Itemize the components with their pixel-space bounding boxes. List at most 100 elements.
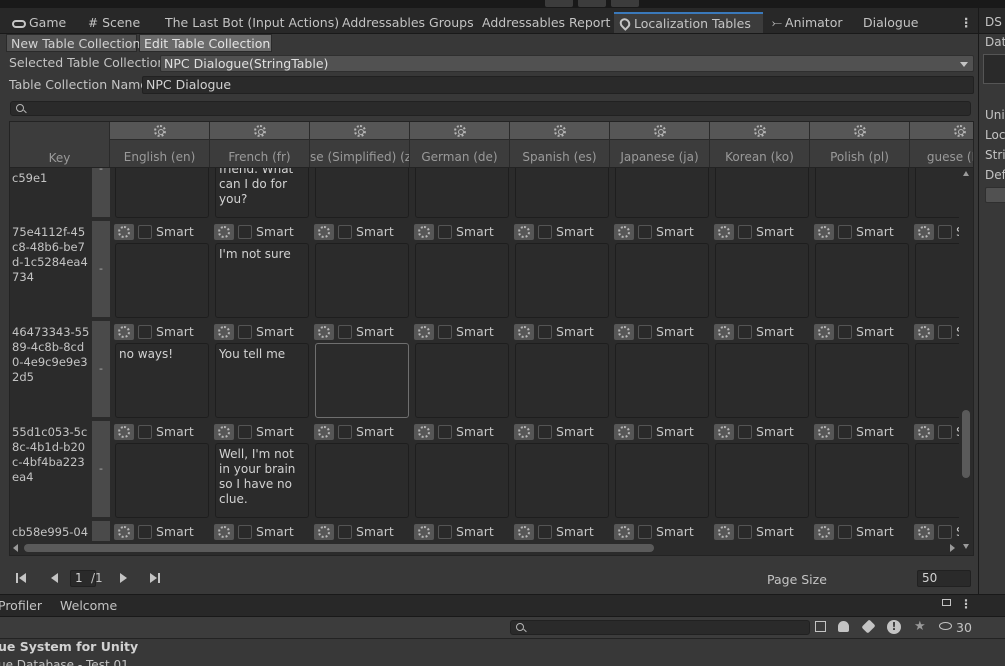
smart-checkbox[interactable] (638, 425, 652, 439)
tab-localization-tables[interactable]: Localization Tables (614, 12, 763, 33)
translation-text-field[interactable] (415, 343, 509, 418)
smart-checkbox[interactable] (638, 325, 652, 339)
translation-text-field[interactable] (115, 168, 209, 218)
next-page-icon[interactable] (113, 570, 135, 586)
translation-text-field[interactable] (315, 243, 409, 318)
smart-checkbox[interactable] (438, 525, 452, 539)
smart-checkbox[interactable] (938, 225, 952, 239)
cell-settings-button[interactable] (714, 324, 734, 340)
inspector-tab[interactable]: DS (979, 8, 1005, 34)
page-size-input[interactable]: 50 (917, 570, 971, 587)
smart-checkbox[interactable] (938, 425, 952, 439)
smart-checkbox[interactable] (238, 225, 252, 239)
tab-animator[interactable]: ⤚ Animator (772, 13, 843, 34)
language-column-header[interactable]: Korean (ko) (710, 122, 810, 167)
selected-collection-dropdown[interactable]: NPC Dialogue(StringTable) (160, 55, 974, 72)
translation-text-field[interactable] (715, 168, 809, 218)
cell-settings-button[interactable] (314, 524, 334, 540)
translation-text-field[interactable] (715, 343, 809, 418)
smart-checkbox[interactable] (538, 425, 552, 439)
smart-checkbox[interactable] (438, 425, 452, 439)
cell-settings-button[interactable] (214, 524, 234, 540)
smart-checkbox[interactable] (938, 525, 952, 539)
language-column-header[interactable]: guese (Bra (910, 122, 973, 167)
cell-settings-button[interactable] (714, 424, 734, 440)
cell-settings-button[interactable] (414, 224, 434, 240)
lock-icon[interactable] (942, 599, 951, 606)
smart-checkbox[interactable] (838, 225, 852, 239)
cell-settings-button[interactable] (814, 524, 834, 540)
translation-text-field[interactable] (415, 443, 509, 518)
cell-settings-button[interactable] (114, 524, 134, 540)
smart-checkbox[interactable] (638, 225, 652, 239)
translation-text-field[interactable]: I'm not sure (215, 243, 309, 318)
language-column-header[interactable]: Polish (pl) (810, 122, 910, 167)
smart-checkbox[interactable] (338, 225, 352, 239)
translation-text-field[interactable] (115, 243, 209, 318)
language-column-header[interactable]: German (de) (410, 122, 510, 167)
vertical-scroll-thumb[interactable] (962, 410, 970, 478)
cell-settings-button[interactable] (814, 324, 834, 340)
smart-checkbox[interactable] (138, 325, 152, 339)
smart-checkbox[interactable] (338, 425, 352, 439)
favorite-star-icon[interactable]: ★ (914, 619, 926, 634)
translation-text-field[interactable] (315, 343, 409, 418)
bug-icon[interactable] (838, 621, 849, 632)
cell-settings-button[interactable] (114, 424, 134, 440)
cell-settings-button[interactable] (914, 324, 934, 340)
collection-name-field[interactable]: NPC Dialogue (142, 76, 974, 94)
cell-settings-button[interactable] (914, 524, 934, 540)
step-button[interactable] (611, 0, 639, 7)
smart-checkbox[interactable] (238, 425, 252, 439)
smart-checkbox[interactable] (438, 325, 452, 339)
cell-settings-button[interactable] (714, 524, 734, 540)
column-settings-button[interactable] (410, 122, 509, 140)
tab-input-actions[interactable]: The Last Bot (Input Actions) (165, 13, 339, 34)
smart-checkbox[interactable] (738, 525, 752, 539)
cell-settings-button[interactable] (914, 224, 934, 240)
pause-button[interactable] (578, 0, 606, 7)
translation-text-field[interactable] (515, 343, 609, 418)
smart-checkbox[interactable] (938, 325, 952, 339)
horizontal-scroll-thumb[interactable] (24, 544, 654, 552)
translation-text-field[interactable] (715, 443, 809, 518)
smart-checkbox[interactable] (838, 325, 852, 339)
inspector-object-field[interactable] (983, 54, 1005, 84)
smart-checkbox[interactable] (438, 225, 452, 239)
cell-settings-button[interactable] (614, 224, 634, 240)
column-settings-button[interactable] (310, 122, 409, 140)
translation-text-field[interactable] (515, 168, 609, 218)
translation-text-field[interactable]: Well, I'm not in your brain so I have no… (215, 443, 309, 518)
smart-checkbox[interactable] (138, 525, 152, 539)
tab-dialogue[interactable]: Dialogue (863, 13, 918, 34)
new-table-collection-tab[interactable]: New Table Collection (6, 34, 140, 52)
language-column-header[interactable]: Spanish (es) (510, 122, 610, 167)
cell-settings-button[interactable] (514, 224, 534, 240)
translation-text-field[interactable] (815, 343, 909, 418)
cell-settings-button[interactable] (114, 224, 134, 240)
smart-checkbox[interactable] (538, 525, 552, 539)
column-settings-button[interactable] (510, 122, 609, 140)
translation-text-field[interactable] (615, 243, 709, 318)
cell-settings-button[interactable] (814, 224, 834, 240)
smart-checkbox[interactable] (638, 525, 652, 539)
smart-checkbox[interactable] (838, 425, 852, 439)
smart-checkbox[interactable] (138, 425, 152, 439)
search-input[interactable] (10, 101, 971, 116)
column-settings-button[interactable] (610, 122, 709, 140)
column-settings-button[interactable] (910, 122, 973, 140)
language-column-header[interactable]: English (en) (110, 122, 210, 167)
cell-settings-button[interactable] (614, 324, 634, 340)
translation-text-field[interactable] (715, 243, 809, 318)
cell-settings-button[interactable] (314, 324, 334, 340)
translation-text-field[interactable] (115, 443, 209, 518)
inspector-button[interactable] (985, 187, 1005, 203)
cell-settings-button[interactable] (414, 324, 434, 340)
bottom-menu-kebab-icon[interactable]: ⋮ (960, 597, 972, 611)
translation-text-field[interactable] (415, 243, 509, 318)
tab-menu-kebab-icon[interactable]: ⋮ (960, 13, 973, 34)
cell-settings-button[interactable] (214, 224, 234, 240)
column-settings-button[interactable] (110, 122, 209, 140)
translation-text-field[interactable] (515, 243, 609, 318)
cell-settings-button[interactable] (914, 424, 934, 440)
